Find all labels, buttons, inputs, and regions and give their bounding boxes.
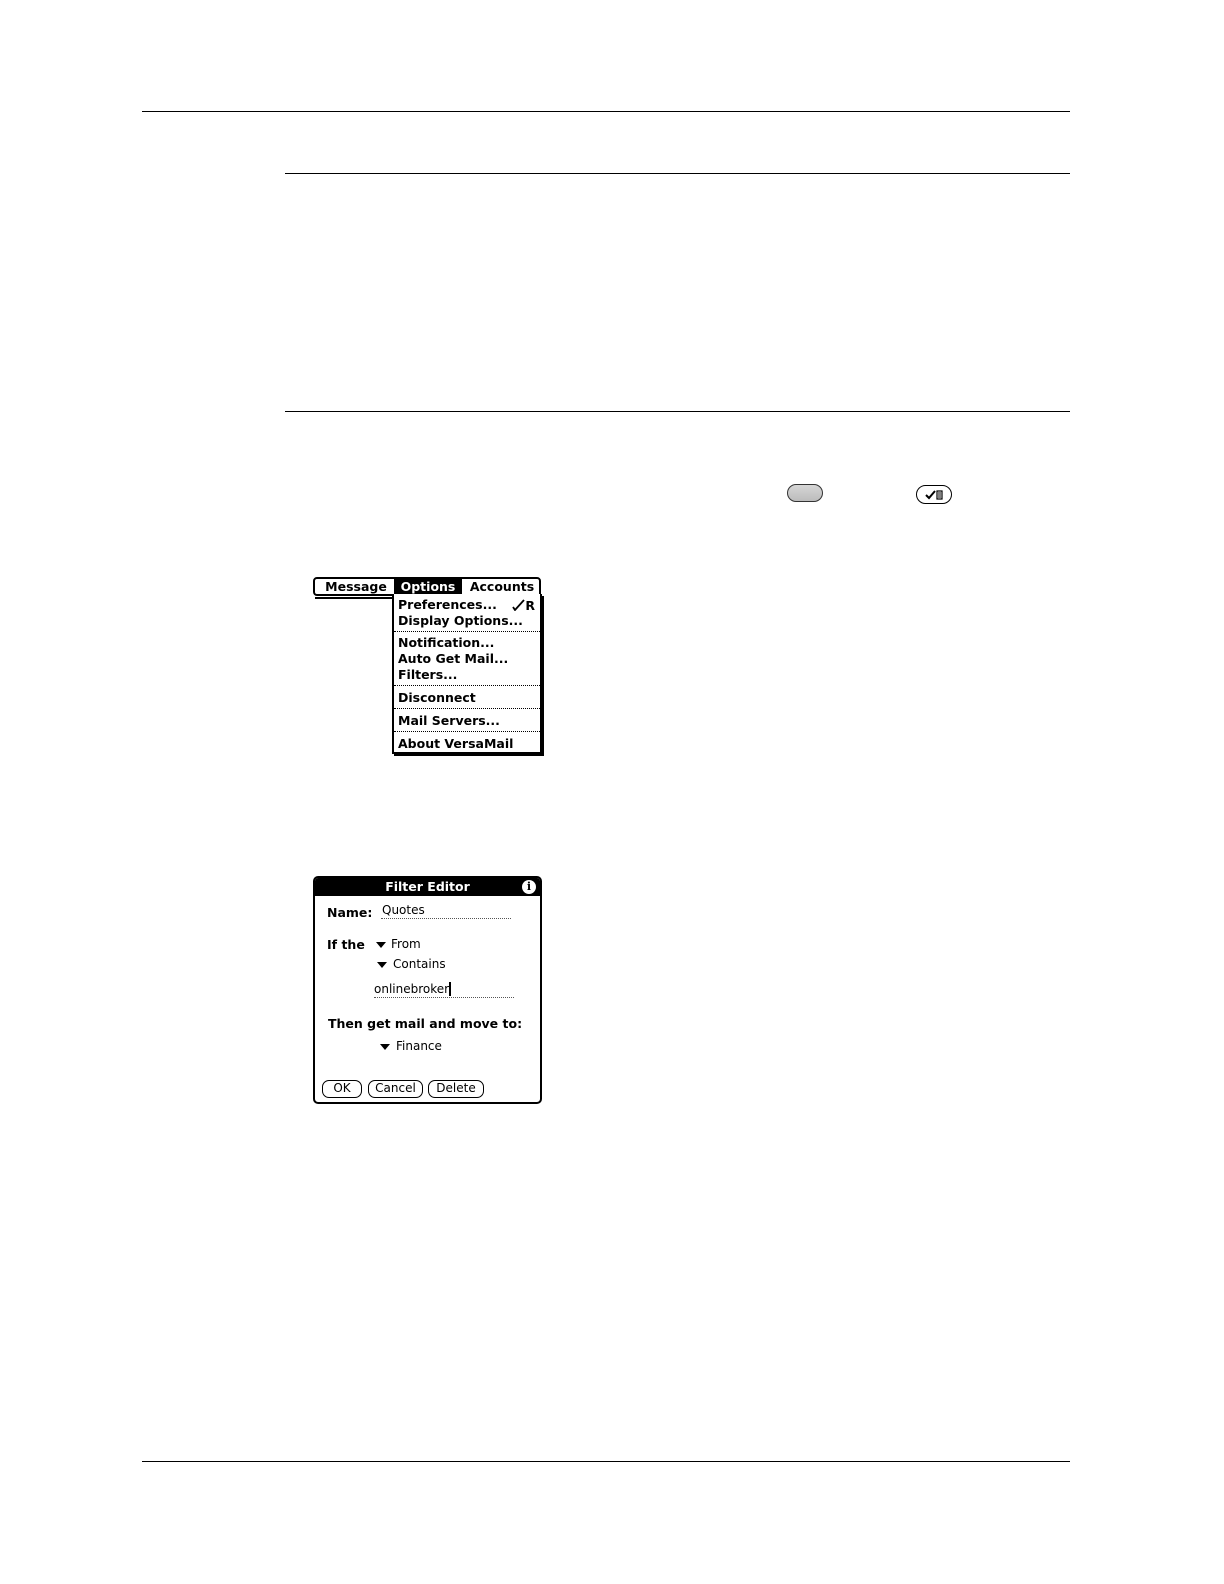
dropdown-triangle-icon [380,1044,390,1050]
menu-item-about-versamail[interactable]: About VersaMail [398,736,513,752]
delete-button[interactable]: Delete [428,1080,484,1098]
menu-item-notification[interactable]: Notification... [398,635,494,651]
dropdown-triangle-icon [377,962,387,968]
info-icon[interactable]: i [522,880,536,894]
footer-rule [142,1461,1070,1462]
menu-tab-options[interactable]: Options [394,579,462,594]
checkmark-icon [925,490,943,500]
menu-item-mail-servers[interactable]: Mail Servers... [398,713,500,729]
menu-shortcut-letter: R [525,598,535,613]
header-rule [142,111,1070,112]
operator-picker[interactable]: Contains [393,957,446,971]
menu-bar-shadow [315,594,393,599]
menu-hardware-button-icon [787,484,823,502]
ok-button[interactable]: OK [322,1080,362,1098]
menu-separator [394,708,540,709]
menu-tab-message[interactable]: Message [319,579,393,594]
menu-separator [394,731,540,732]
folder-picker[interactable]: Finance [396,1039,442,1053]
menu-item-preferences[interactable]: Preferences... [398,597,497,613]
menu-item-auto-get-mail[interactable]: Auto Get Mail... [398,651,508,667]
menu-item-disconnect[interactable]: Disconnect [398,690,476,706]
options-dropdown: Preferences... R Display Options... Noti… [392,594,542,754]
match-field-underline [374,997,514,998]
text-cursor [449,982,451,996]
menu-item-display-options[interactable]: Display Options... [398,613,523,629]
filter-editor-dialog: Filter Editor i Name: Quotes If the From… [313,876,542,1104]
menu-separator [394,685,540,686]
menu-icon-button-icon [916,485,952,504]
section-rule-upper [285,173,1070,174]
name-field[interactable]: Quotes [382,903,425,917]
menu-separator [394,631,540,632]
menu-item-filters[interactable]: Filters... [398,667,457,683]
dropdown-triangle-icon [376,942,386,948]
cancel-button[interactable]: Cancel [368,1080,423,1098]
dialog-title: Filter Editor [315,878,540,896]
menu-shortcut: R [512,598,535,614]
section-rule-lower [285,411,1070,412]
name-field-underline [381,918,511,919]
then-label: Then get mail and move to: [328,1016,523,1031]
if-label: If the [327,937,365,952]
command-stroke-icon [512,599,526,612]
name-label: Name: [327,905,373,920]
field-picker[interactable]: From [391,937,421,951]
menu-tab-accounts[interactable]: Accounts [463,579,541,594]
match-text-field[interactable]: onlinebroker [374,982,449,996]
options-menu-screenshot: Message Options Accounts Preferences... … [313,577,543,755]
